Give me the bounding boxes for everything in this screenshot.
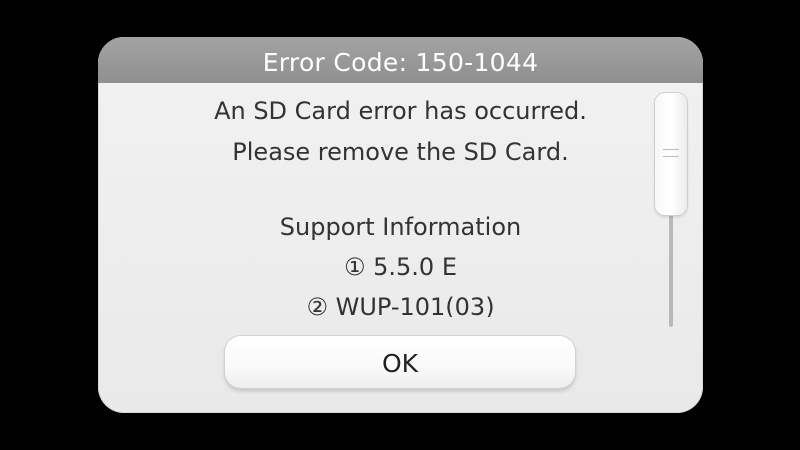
error-message-line-2: Please remove the SD Card. [232,138,569,166]
dialog-titlebar: Error Code: 150-1044 [98,37,703,83]
grip-line-icon [663,149,679,150]
support-item-1: ① 5.5.0 E [343,253,457,281]
screen: Error Code: 150-1044 An SD Card error ha… [0,0,800,450]
support-heading: Support Information [279,213,522,241]
grip-line-icon [663,156,679,157]
support-item-2: ② WUP-101(03) [306,293,495,317]
dialog-title: Error Code: 150-1044 [262,47,539,77]
scrollbar-thumb[interactable] [655,93,687,215]
message-area[interactable]: An SD Card error has occurred. Please re… [98,83,658,317]
scrollbar-track[interactable] [669,212,673,327]
error-message-line-1: An SD Card error has occurred. [214,97,587,125]
error-dialog: Error Code: 150-1044 An SD Card error ha… [98,37,703,413]
ok-button-label: OK [381,348,419,378]
ok-button[interactable]: OK [225,336,575,388]
